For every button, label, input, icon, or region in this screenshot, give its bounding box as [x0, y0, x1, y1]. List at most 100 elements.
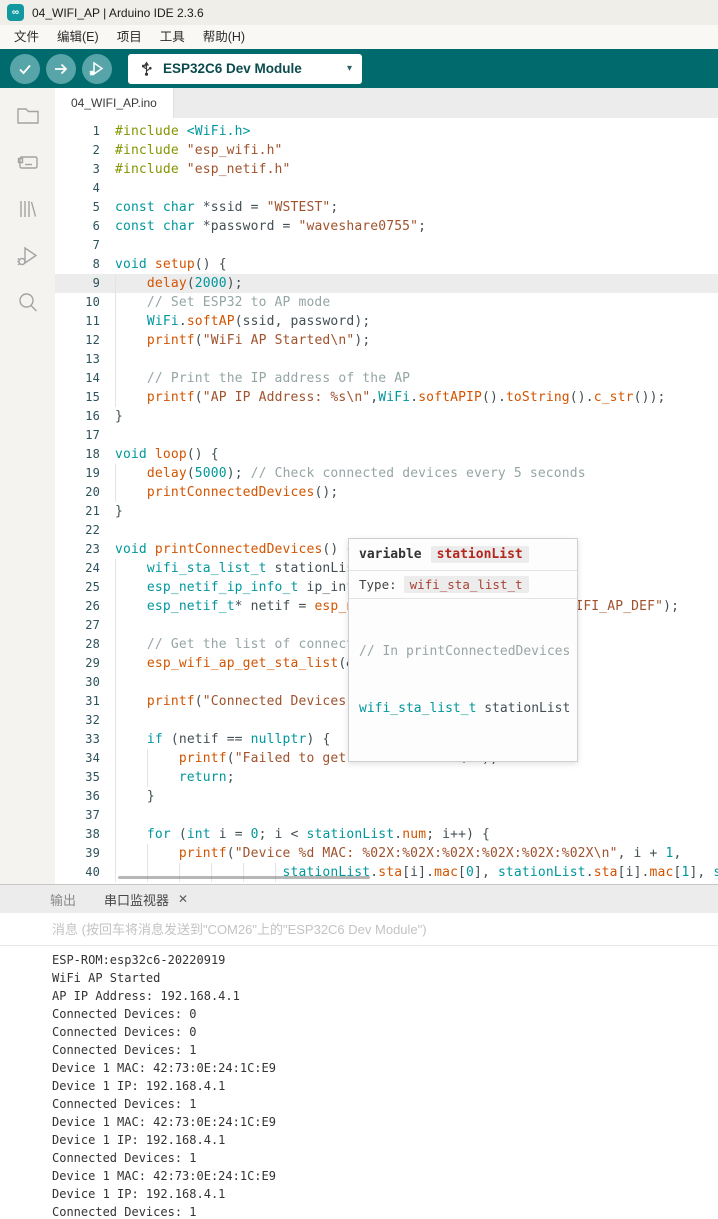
verify-button[interactable]	[10, 54, 40, 84]
indent-guide	[115, 369, 116, 388]
menu-item[interactable]: 项目	[108, 25, 151, 49]
code-line[interactable]: 39 printf("Device %d MAC: %02X:%02X:%02X…	[55, 844, 718, 863]
usb-icon	[140, 60, 153, 77]
code-line[interactable]: 5const char *ssid = "WSTEST";	[55, 198, 718, 217]
line-number: 32	[55, 711, 115, 730]
tooltip-type-label: Type:	[359, 577, 397, 592]
serial-output-line: Connected Devices: 1	[52, 1041, 718, 1059]
line-number: 21	[55, 502, 115, 521]
serial-output-line: Device 1 IP: 192.168.4.1	[52, 1131, 718, 1149]
upload-button[interactable]	[46, 54, 76, 84]
indent-guide	[115, 331, 116, 350]
code-line[interactable]: 35 return;	[55, 768, 718, 787]
indent-guide	[115, 730, 116, 749]
indent-guide	[115, 464, 116, 483]
line-number: 11	[55, 312, 115, 331]
sidebar-item-library-manager[interactable]	[13, 196, 43, 222]
code-line[interactable]: 8void setup() {	[55, 255, 718, 274]
code-line[interactable]: 6const char *password = "waveshare0755";	[55, 217, 718, 236]
line-number: 3	[55, 160, 115, 179]
line-number: 34	[55, 749, 115, 768]
debug-button[interactable]	[82, 54, 112, 84]
code-line[interactable]: 37	[55, 806, 718, 825]
line-number: 28	[55, 635, 115, 654]
panel-tab-label: 串口监视器	[104, 890, 169, 909]
close-icon[interactable]: ✕	[178, 892, 188, 906]
code-line[interactable]: 13	[55, 350, 718, 369]
menu-item[interactable]: 帮助(H)	[194, 25, 254, 49]
indent-guide	[147, 749, 148, 768]
sidebar-item-debug[interactable]	[13, 243, 43, 269]
code-line[interactable]: 1#include <WiFi.h>	[55, 122, 718, 141]
serial-message-row	[0, 913, 718, 946]
code-line[interactable]: 40 stationList.sta[i].mac[0], stationLis…	[55, 863, 718, 882]
code-line[interactable]: 17	[55, 426, 718, 445]
debug-icon	[15, 244, 41, 268]
panel-tab-output[interactable]: 输出	[50, 890, 76, 909]
line-number: 1	[55, 122, 115, 141]
code-line[interactable]: 7	[55, 236, 718, 255]
code-line[interactable]: 4	[55, 179, 718, 198]
board-selector[interactable]: ESP32C6 Dev Module ▾	[128, 54, 362, 84]
serial-output-line: Connected Devices: 1	[52, 1203, 718, 1218]
line-number: 7	[55, 236, 115, 255]
code-area: 1#include <WiFi.h>2#include "esp_wifi.h"…	[55, 122, 718, 882]
line-number: 2	[55, 141, 115, 160]
indent-guide	[147, 768, 148, 787]
menu-item[interactable]: 工具	[151, 25, 194, 49]
panel-tab-serial-monitor[interactable]: 串口监视器 ✕	[104, 890, 188, 909]
code-line[interactable]: 10 // Set ESP32 to AP mode	[55, 293, 718, 312]
indent-guide	[115, 635, 116, 654]
horizontal-scrollbar[interactable]	[118, 876, 370, 879]
code-editor[interactable]: 1#include <WiFi.h>2#include "esp_wifi.h"…	[55, 118, 718, 884]
panel-tab-label: 输出	[50, 890, 76, 909]
serial-monitor-output[interactable]: ESP-ROM:esp32c6-20220919WiFi AP StartedA…	[0, 946, 718, 1218]
serial-output-line: Connected Devices: 0	[52, 1023, 718, 1041]
code-line[interactable]: 38 for (int i = 0; i < stationList.num; …	[55, 825, 718, 844]
indent-guide	[115, 312, 116, 331]
title-bar: ∞ 04_WIFI_AP | Arduino IDE 2.3.6	[0, 0, 718, 25]
code-line[interactable]: 18void loop() {	[55, 445, 718, 464]
indent-guide	[115, 844, 116, 863]
code-line[interactable]: 16}	[55, 407, 718, 426]
sidebar-item-sketchbook[interactable]	[13, 102, 43, 128]
sidebar-item-search[interactable]	[13, 290, 43, 316]
line-number: 35	[55, 768, 115, 787]
code-line[interactable]: 15 printf("AP IP Address: %s\n",WiFi.sof…	[55, 388, 718, 407]
window-title: 04_WIFI_AP | Arduino IDE 2.3.6	[32, 6, 204, 20]
indent-guide	[115, 654, 116, 673]
indent-guide	[115, 863, 116, 882]
indent-guide	[243, 863, 244, 882]
line-number: 17	[55, 426, 115, 445]
code-line[interactable]: 14 // Print the IP address of the AP	[55, 369, 718, 388]
line-number: 19	[55, 464, 115, 483]
code-line[interactable]: 21}	[55, 502, 718, 521]
tab-sketch-file[interactable]: 04_WIFI_AP.ino	[55, 88, 174, 118]
indent-guide	[115, 806, 116, 825]
panel-tab-bar: 输出 串口监视器 ✕	[0, 885, 718, 913]
indent-guide	[147, 863, 148, 882]
code-line[interactable]: 2#include "esp_wifi.h"	[55, 141, 718, 160]
code-line[interactable]: 9 delay(2000);	[55, 274, 718, 293]
tooltip-symbol-kind: variable	[359, 547, 422, 562]
code-line[interactable]: 19 delay(5000); // Check connected devic…	[55, 464, 718, 483]
line-number: 5	[55, 198, 115, 217]
serial-output-line: Device 1 IP: 192.168.4.1	[52, 1077, 718, 1095]
toolbar: ESP32C6 Dev Module ▾	[0, 49, 718, 88]
code-line[interactable]: 3#include "esp_netif.h"	[55, 160, 718, 179]
code-line[interactable]: 12 printf("WiFi AP Started\n");	[55, 331, 718, 350]
code-line[interactable]: 11 WiFi.softAP(ssid, password);	[55, 312, 718, 331]
code-line[interactable]: 36 }	[55, 787, 718, 806]
menu-item[interactable]: 文件	[5, 25, 48, 49]
line-number: 4	[55, 179, 115, 198]
menu-bar: 文件编辑(E)项目工具帮助(H)	[0, 25, 718, 49]
menu-item[interactable]: 编辑(E)	[48, 25, 108, 49]
serial-message-input[interactable]	[0, 913, 718, 945]
line-number: 36	[55, 787, 115, 806]
line-number: 29	[55, 654, 115, 673]
indent-guide	[115, 616, 116, 635]
indent-guide	[115, 559, 116, 578]
indent-guide	[115, 749, 116, 768]
code-line[interactable]: 20 printConnectedDevices();	[55, 483, 718, 502]
sidebar-item-boards-manager[interactable]	[13, 149, 43, 175]
